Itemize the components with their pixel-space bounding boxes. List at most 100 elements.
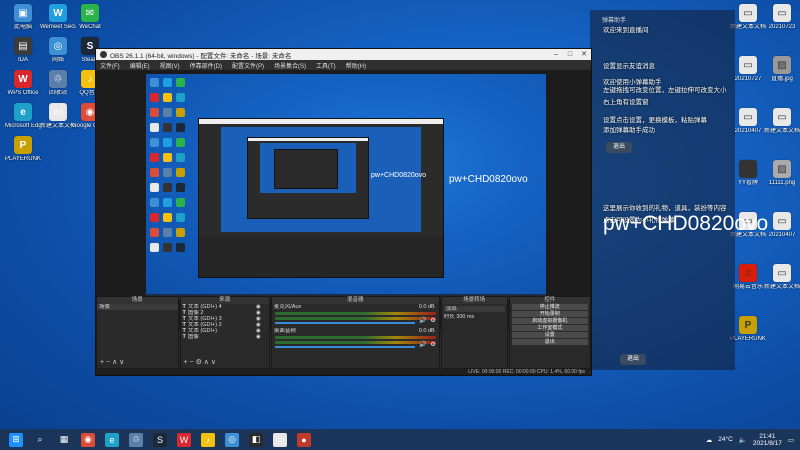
transition-duration[interactable]: 时长 300 ms: [442, 314, 507, 320]
control-button[interactable]: 启动虚拟摄像机: [511, 318, 588, 324]
desktop-icon[interactable]: ▭ 新建文本文档 (4).txt: [764, 264, 800, 291]
desktop-icon[interactable]: Y YY看牌: [730, 160, 766, 187]
menu-item[interactable]: 视图(V): [160, 61, 180, 70]
control-button[interactable]: 停止推流: [511, 304, 588, 310]
desktop-icon[interactable]: W Wemeet Security: [40, 4, 76, 31]
speaker-icon[interactable]: 🔊: [419, 341, 426, 348]
desktop-app-icon: W: [14, 70, 32, 88]
menu-item[interactable]: 停靠部件(D): [190, 61, 222, 70]
mixer-channel-header: 桌面音频 0.0 dB: [272, 328, 439, 334]
desktop-app-icon: ◎: [49, 37, 67, 55]
control-button[interactable]: 设置: [511, 332, 588, 338]
volume-slider[interactable]: [274, 322, 415, 324]
menu-item[interactable]: 工具(T): [316, 61, 336, 70]
overlay-exit-button[interactable]: 退出: [606, 142, 632, 153]
desktop-icon[interactable]: ▤ IDA: [5, 37, 41, 64]
scene-add-remove-controls[interactable]: + − ∧ ∨: [100, 358, 124, 366]
mini-icon: [176, 108, 185, 117]
obs-titlebar[interactable]: OBS 26.1.1 (64-bit, windows) - 配置文件: 未命名…: [96, 49, 591, 60]
desktop-icon[interactable]: W WPS Office: [5, 70, 41, 97]
mixer-channel-name: 麦克风/Aux: [273, 304, 302, 310]
weather-temp[interactable]: 24°C: [718, 436, 733, 443]
minimize-icon[interactable]: –: [549, 49, 563, 60]
transitions-dock[interactable]: 场景转场 淡出 时长 300 ms: [440, 296, 508, 369]
edge-icon[interactable]: e: [105, 432, 119, 447]
control-button[interactable]: 开始录制: [511, 311, 588, 317]
obs-window[interactable]: OBS 26.1.1 (64-bit, windows) - 配置文件: 未命名…: [95, 48, 592, 376]
search-icon[interactable]: ⌕: [33, 433, 47, 447]
control-button[interactable]: 工作室模式: [511, 325, 588, 331]
desktop-icon[interactable]: ▣ 此电脑: [5, 4, 41, 31]
record-icon[interactable]: ●: [297, 432, 311, 447]
volume-slider[interactable]: [274, 346, 415, 348]
close-icon[interactable]: ✕: [577, 49, 591, 60]
menu-item[interactable]: 编辑(E): [130, 61, 150, 70]
clock[interactable]: 21:41 2021/8/17: [753, 433, 782, 447]
source-add-remove-controls[interactable]: + − ⚙ ∧ ∨: [184, 358, 216, 366]
obs-preview[interactable]: pw+CHD0820ovo pw+CHD0820ovo: [96, 70, 591, 330]
desktop-icon[interactable]: ♫ 网易云音乐: [730, 264, 766, 291]
source-item[interactable]: T 图像 ◉: [181, 334, 269, 340]
menu-item[interactable]: 配置文件(P): [232, 61, 264, 70]
volume-meter: [274, 336, 436, 339]
controls-dock[interactable]: 控件 停止推流 开始录制 启动虚拟摄像机 工作室模式 设置 退出: [508, 296, 591, 369]
recycle-icon[interactable]: ♲: [129, 432, 143, 447]
mixer-dock[interactable]: 混音器 麦克风/Aux 0.0 dB 🔊 ⚙ 桌面音频 0.0 dB 🔊 ⚙: [270, 296, 440, 369]
speaker-icon[interactable]: 🔈: [739, 436, 747, 444]
sources-dock[interactable]: 来源 T 文本 (GDI+) 4 ◉ T 图像 2 ◉ T 文本 (GDI+) 3 ◉ T 文本 (…: [179, 296, 270, 369]
overlay-line: 这里展示你收到的礼物，道具，装扮等内容: [603, 205, 727, 212]
control-button[interactable]: 退出: [511, 339, 588, 345]
desktop-icon[interactable]: ▭ 新建文本文档: [40, 103, 76, 130]
danmaku-overlay[interactable]: 弹幕助手 欢迎来到直播间 设置显示友谊消息 欢迎使用小弹幕助手 左键拖拽可改变位置，左…: [590, 10, 735, 370]
mini-icon: [150, 108, 159, 117]
file-icon[interactable]: ▭: [273, 432, 287, 447]
desktop-icon[interactable]: e Microsoft Edge: [5, 103, 41, 130]
overlay-exit-button-2[interactable]: 退出: [620, 354, 646, 365]
notification-icon[interactable]: ▭: [788, 436, 794, 444]
desktop-icon[interactable]: ▭ 20210723: [764, 4, 800, 31]
obs-icon[interactable]: ◧: [249, 432, 263, 447]
overlay-big-text: pw+CHD0820ovo: [603, 212, 769, 235]
windows-start-icon[interactable]: ⊞: [9, 432, 23, 447]
system-tray: ☁ 24°C 🔈 21:41 2021/8/17 ▭: [706, 429, 794, 450]
menu-item[interactable]: 文件(F): [100, 61, 120, 70]
steam-icon[interactable]: S: [153, 432, 167, 447]
menu-item[interactable]: 场景集合(S): [274, 61, 306, 70]
menu-item[interactable]: 帮助(H): [346, 61, 366, 70]
gear-icon[interactable]: ⚙: [430, 341, 435, 348]
desktop-icon[interactable]: ✉ WeChat: [72, 4, 108, 31]
transition-select[interactable]: 淡出: [443, 306, 505, 312]
wps-icon[interactable]: W: [177, 432, 191, 447]
sources-dock-title: 来源: [180, 297, 269, 304]
desktop-icon[interactable]: ▭ 新建文本文档 (3).txt: [730, 4, 766, 31]
scenes-dock[interactable]: 场景 场景 + − ∧ ∨: [96, 296, 179, 369]
mini-icon: [163, 108, 172, 117]
mini-icon: [163, 153, 172, 162]
scene-item[interactable]: 场景: [97, 304, 178, 310]
desktop-icon[interactable]: ▭ 20210407: [764, 212, 800, 239]
desktop-icon[interactable]: ▨ 直播.jpg: [764, 56, 800, 83]
gear-icon[interactable]: ⚙: [430, 317, 435, 324]
taskbar: ⊞ ⌕ ▦ ◉ e ♲ S W ♪ ◎ ◧ ▭ ● ☁ 24°C 🔈 21:41 2021/8/17 ▭: [0, 429, 800, 450]
desktop-icon-label: 11111.png: [768, 180, 796, 186]
music-icon[interactable]: ♪: [201, 432, 215, 447]
desktop-icon[interactable]: ◎ 网络: [40, 37, 76, 64]
desktop-icon[interactable]: ▨ 11111.png: [764, 160, 800, 187]
desktop-icon-label: WeChat: [79, 24, 101, 30]
desktop-icon[interactable]: P PLAYERUNKNOWN'S BATTLEGROUNDS: [5, 136, 41, 163]
mixer-channel[interactable]: 桌面音频 0.0 dB 🔊 ⚙: [272, 328, 439, 348]
task-view-icon[interactable]: ▦: [57, 433, 71, 447]
chrome-icon[interactable]: ◉: [81, 432, 95, 447]
speaker-icon[interactable]: 🔊: [419, 317, 426, 324]
weather-icon[interactable]: ☁: [706, 436, 713, 444]
desktop-icon[interactable]: P PLAYERUNKNOWN'S BATTLEGROUNDS: [730, 316, 766, 343]
maximize-icon[interactable]: □: [563, 49, 577, 60]
mixer-channel[interactable]: 麦克风/Aux 0.0 dB 🔊 ⚙: [272, 304, 439, 324]
network-icon[interactable]: ◎: [225, 432, 239, 447]
desktop-icon[interactable]: ♲ 回收站: [40, 70, 76, 97]
desktop-icon[interactable]: ▭ 新建文本文档 (2).txt: [764, 108, 800, 135]
overlay-header: 弹幕助手: [602, 18, 627, 24]
visibility-icon[interactable]: ◉: [256, 334, 261, 340]
desktop-icon[interactable]: ▭ 20210727: [730, 56, 766, 83]
desktop-icon[interactable]: ▭ 20210407: [730, 108, 766, 135]
